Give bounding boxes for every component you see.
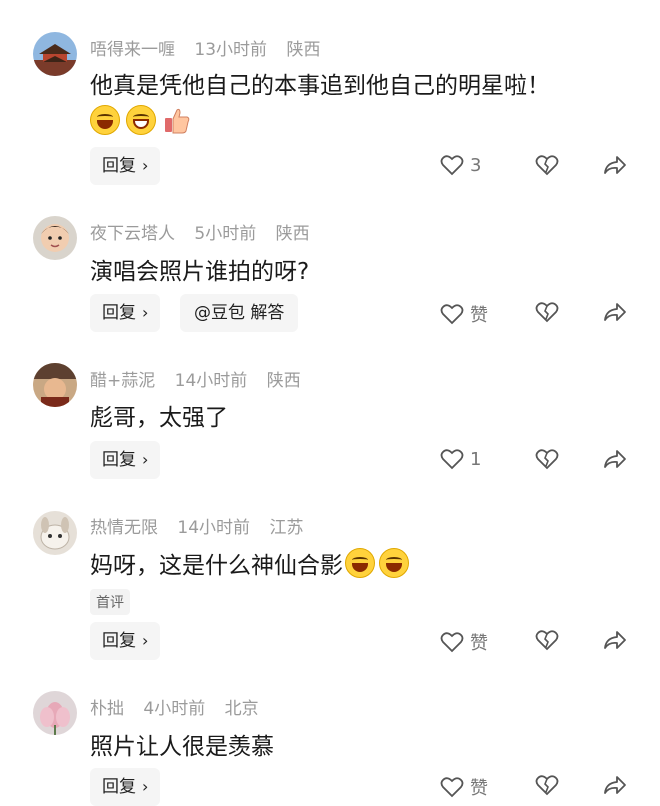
like-count: 1	[470, 448, 482, 470]
comment-meta: 唔得来一喱 13小时前 陕西	[90, 35, 334, 60]
share-button[interactable]	[603, 629, 627, 651]
reply-label: 回复	[102, 777, 136, 797]
laughing-crying-emoji-icon	[345, 548, 375, 578]
comment-location: 北京	[224, 699, 259, 719]
heart-icon	[440, 304, 464, 325]
chevron-right-icon: ›	[142, 631, 149, 650]
heart-icon	[440, 777, 464, 798]
comment-location: 陕西	[286, 40, 321, 60]
reply-label: 回复	[102, 450, 136, 470]
first-comment-badge: 首评	[90, 589, 130, 615]
reply-button[interactable]: 回复 ›	[90, 294, 161, 332]
heart-icon	[440, 449, 464, 470]
comment-location: 陕西	[266, 371, 301, 391]
author-name[interactable]: 热情无限	[90, 518, 158, 538]
comment-text: 照片让人很是羡慕	[90, 734, 274, 760]
dislike-button[interactable]	[535, 301, 559, 323]
heart-icon	[440, 155, 464, 176]
dislike-button[interactable]	[535, 154, 559, 176]
reply-button[interactable]: 回复 ›	[90, 441, 161, 479]
broken-heart-icon	[535, 775, 559, 796]
comment-time: 4小时前	[143, 699, 206, 719]
heart-icon	[440, 632, 464, 653]
like-label: 赞	[470, 633, 488, 654]
comment-meta: 热情无限 14小时前 江苏	[90, 513, 317, 538]
reply-label: 回复	[102, 156, 136, 176]
laughing-crying-emoji-icon	[379, 548, 409, 578]
comment-location: 陕西	[275, 224, 310, 244]
dislike-button[interactable]	[535, 448, 559, 470]
reply-label: 回复	[102, 631, 136, 651]
like-button[interactable]: 3	[440, 154, 481, 176]
share-icon	[604, 156, 626, 174]
reply-label: 回复	[102, 303, 136, 323]
share-button[interactable]	[603, 774, 627, 796]
share-icon	[604, 303, 626, 321]
comment-time: 13小时前	[194, 40, 268, 60]
chevron-right-icon: ›	[142, 777, 149, 796]
broken-heart-icon	[535, 302, 559, 323]
comment-time: 14小时前	[174, 371, 248, 391]
comment-text: 演唱会照片谁拍的呀?	[90, 259, 310, 285]
dislike-button[interactable]	[535, 629, 559, 651]
thumbs-up-emoji-icon	[162, 105, 192, 135]
comment-location: 江苏	[269, 518, 304, 538]
comment-time: 5小时前	[194, 224, 257, 244]
chevron-right-icon: ›	[142, 303, 149, 322]
comment-text: 他真是凭他自己的本事追到他自己的明星啦！	[90, 73, 550, 99]
like-button[interactable]: 赞	[440, 774, 488, 800]
avatar[interactable]	[33, 363, 77, 407]
broken-heart-icon	[535, 630, 559, 651]
chevron-right-icon: ›	[142, 450, 149, 469]
like-button[interactable]: 赞	[440, 301, 488, 327]
author-name[interactable]: 夜下云塔人	[90, 224, 175, 244]
laughing-emoji-icon	[90, 105, 120, 135]
share-button[interactable]	[603, 154, 627, 176]
avatar[interactable]	[33, 216, 77, 260]
avatar[interactable]	[33, 691, 77, 735]
share-button[interactable]	[603, 448, 627, 470]
broken-heart-icon	[535, 155, 559, 176]
comment-time: 14小时前	[177, 518, 251, 538]
broken-heart-icon	[535, 449, 559, 470]
ask-doubao-button[interactable]: @豆包 解答	[180, 294, 299, 332]
grinning-emoji-icon	[126, 105, 156, 135]
share-button[interactable]	[603, 301, 627, 323]
dislike-button[interactable]	[535, 774, 559, 796]
reply-button[interactable]: 回复 ›	[90, 768, 161, 806]
emoji-row	[90, 105, 192, 135]
author-name[interactable]: 醋+蒜泥	[90, 371, 155, 391]
chevron-right-icon: ›	[142, 156, 149, 175]
comment-meta: 朴拙 4小时前 北京	[90, 694, 273, 719]
comment-text: 妈呀，这是什么神仙合影	[90, 546, 409, 580]
avatar[interactable]	[33, 32, 77, 76]
reply-button[interactable]: 回复 ›	[90, 622, 161, 660]
like-count: 3	[470, 154, 482, 176]
author-name[interactable]: 唔得来一喱	[90, 40, 175, 60]
author-name[interactable]: 朴拙	[90, 699, 124, 719]
like-label: 赞	[470, 305, 488, 326]
like-button[interactable]: 1	[440, 448, 481, 470]
comment-meta: 醋+蒜泥 14小时前 陕西	[90, 366, 315, 391]
comment-text-body: 妈呀，这是什么神仙合影	[90, 553, 343, 579]
like-label: 赞	[470, 778, 488, 799]
avatar[interactable]	[33, 511, 77, 555]
reply-button[interactable]: 回复 ›	[90, 147, 161, 185]
share-icon	[604, 776, 626, 794]
like-button[interactable]: 赞	[440, 629, 488, 655]
comment-text: 彪哥，太强了	[90, 405, 228, 431]
share-icon	[604, 631, 626, 649]
share-icon	[604, 450, 626, 468]
comment-meta: 夜下云塔人 5小时前 陕西	[90, 219, 324, 244]
